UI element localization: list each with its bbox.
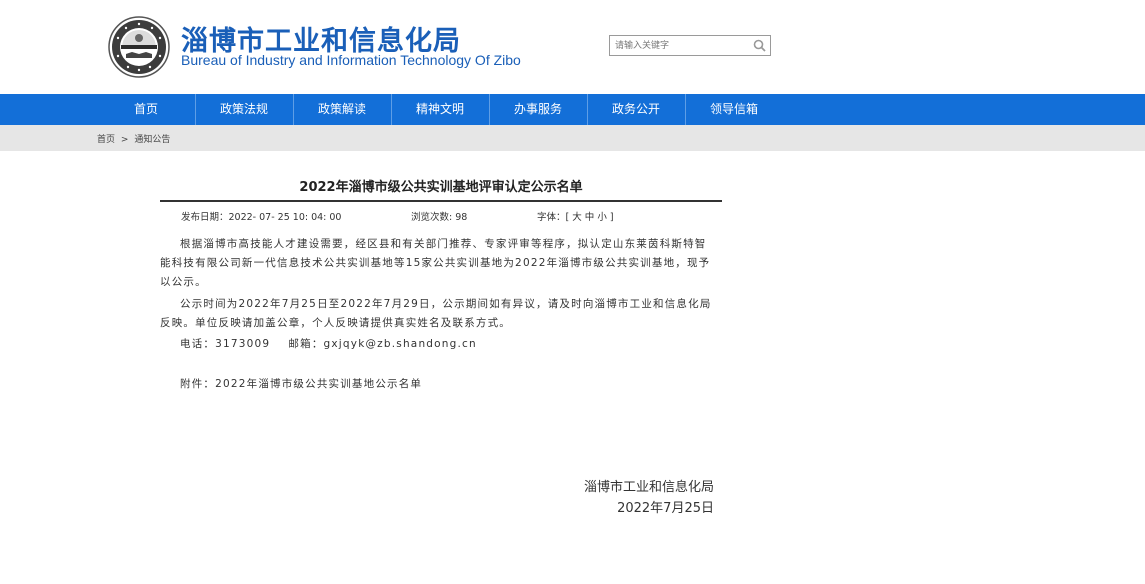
emblem-icon[interactable] (108, 16, 170, 78)
nav-item-public-affairs[interactable]: 政务公开 (587, 94, 685, 125)
title-divider (160, 200, 722, 202)
signature-org: 淄博市工业和信息化局 (583, 480, 714, 495)
font-size-end: ] (609, 212, 614, 223)
breadcrumb-separator: > (120, 135, 129, 145)
site-header: 淄博市工业和信息化局 Bureau of Industry and Inform… (0, 0, 1145, 94)
search-button[interactable] (748, 36, 770, 55)
article-paragraph-1: 根据淄博市高技能人才建设需要，经区县和有关部门推荐、专家评审等程序，拟认定山东莱… (160, 238, 711, 288)
search-icon (753, 39, 766, 52)
publish-date: 发布日期：2022- 07- 25 10: 04: 00 (181, 212, 342, 223)
font-size-label: 字体：[ (537, 212, 570, 223)
search-box (609, 35, 771, 56)
nav-item-home[interactable]: 首页 (97, 94, 195, 125)
main-nav: 首页 政策法规 政策解读 精神文明 办事服务 政务公开 领导信箱 (0, 94, 1145, 125)
nav-item-civilization[interactable]: 精神文明 (391, 94, 489, 125)
nav-item-services[interactable]: 办事服务 (489, 94, 587, 125)
search-input[interactable] (610, 36, 748, 55)
breadcrumb: 首页 > 通知公告 (97, 132, 170, 145)
font-size-medium[interactable]: 中 (585, 212, 595, 223)
breadcrumb-home[interactable]: 首页 (97, 135, 115, 145)
nav-item-policy-regulations[interactable]: 政策法规 (195, 94, 293, 125)
breadcrumb-bar: 首页 > 通知公告 (0, 125, 1145, 151)
signature-date: 2022年7月25日 (617, 501, 714, 516)
nav-item-policy-interpretation[interactable]: 政策解读 (293, 94, 391, 125)
nav-item-leader-mailbox[interactable]: 领导信箱 (685, 94, 783, 125)
article-paragraph-2: 公示时间为2022年7月25日至2022年7月29日，公示期间如有异议，请及时向… (160, 298, 712, 329)
article-contact: 电话：3173009 邮箱：gxjqyk@zb.shandong.cn (180, 338, 477, 350)
font-size-control: 字体：[ 大 中 小 ] (537, 209, 614, 223)
font-size-small[interactable]: 小 (597, 212, 607, 223)
article-attachment[interactable]: 附件：2022年淄博市级公共实训基地公示名单 (160, 375, 716, 394)
article-title: 2022年淄博市级公共实训基地评审认定公示名单 (299, 180, 583, 195)
font-size-large[interactable]: 大 (572, 212, 582, 223)
breadcrumb-current[interactable]: 通知公告 (134, 135, 170, 145)
site-title-en: Bureau of Industry and Information Techn… (181, 52, 521, 68)
view-count: 浏览次数: 98 (411, 212, 468, 223)
